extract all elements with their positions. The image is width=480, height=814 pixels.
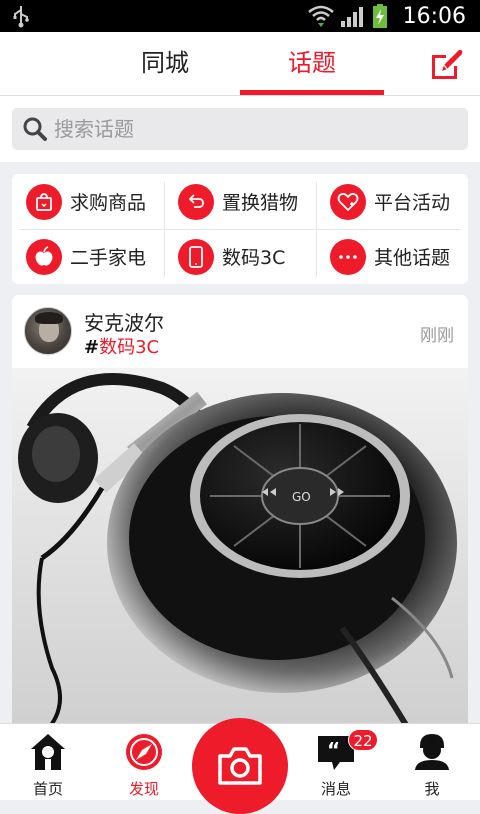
nav-home[interactable]: 首页 [0, 724, 96, 801]
more-icon [330, 238, 366, 275]
category-other-topics[interactable]: 其他话题 [316, 229, 468, 284]
heart-icon [330, 183, 366, 220]
nav-home-label: 首页 [32, 780, 63, 798]
wifi-icon [308, 5, 334, 27]
nav-discover-label: 发现 [128, 780, 159, 798]
compass-icon [126, 734, 162, 770]
battery-icon [373, 4, 387, 28]
category-exchange[interactable]: 置换猎物 [164, 174, 316, 229]
category-label: 置换猎物 [222, 192, 299, 214]
avatar-hair [35, 312, 63, 324]
top-tab-bar: 同城 话题 [0, 32, 480, 96]
post-card[interactable]: 安克波尔 #数码3C 刚刚 GO [12, 295, 468, 735]
nav-discover[interactable]: 发现 [96, 724, 192, 801]
search-icon [23, 117, 47, 141]
headphone-player-image: GO [18, 373, 457, 735]
apple-icon [26, 238, 62, 275]
topic-categories: 求购商品 置换猎物 平台活动 二手家电 数码3C 其他话题 [12, 174, 468, 284]
category-used-appliances[interactable]: 二手家电 [12, 229, 164, 284]
category-label: 其他话题 [374, 247, 451, 269]
user-icon [415, 734, 449, 770]
phone-icon [178, 238, 214, 275]
home-icon [31, 734, 65, 770]
active-tab-indicator [240, 90, 384, 95]
category-label: 求购商品 [70, 192, 147, 214]
category-label: 平台活动 [374, 192, 451, 214]
avatar[interactable] [24, 307, 72, 355]
tab-topics[interactable]: 话题 [240, 32, 384, 96]
post-topic: 数码3C [99, 337, 160, 358]
divider [20, 229, 460, 230]
camera-icon [218, 747, 262, 785]
nav-me-label: 我 [424, 780, 440, 798]
messages-badge: 22 [348, 729, 378, 751]
category-wanted-goods[interactable]: 求购商品 [12, 174, 164, 229]
category-label: 数码3C [222, 247, 286, 269]
usb-icon [13, 6, 29, 28]
search-area [0, 96, 480, 162]
search-input[interactable] [54, 114, 454, 144]
search-bar[interactable] [12, 108, 468, 150]
post-topic-tag[interactable]: #数码3C [84, 333, 159, 359]
tab-same-city[interactable]: 同城 [90, 32, 240, 96]
post-photo[interactable]: GO [12, 368, 468, 735]
nav-me[interactable]: 我 [384, 724, 480, 801]
status-bar: 16:06 [0, 0, 480, 32]
category-digital-3c[interactable]: 数码3C [164, 229, 316, 284]
post-time: 刚刚 [420, 326, 454, 346]
svg-text:“: “ [327, 738, 340, 762]
nav-messages-label: 消息 [320, 780, 351, 798]
exchange-icon [178, 183, 214, 220]
signal-icon [341, 7, 363, 27]
post-username[interactable]: 安克波尔 [84, 307, 164, 336]
svg-text:GO: GO [292, 490, 311, 504]
compose-icon[interactable] [428, 46, 464, 82]
category-platform-events[interactable]: 平台活动 [316, 174, 468, 229]
status-time: 16:06 [402, 4, 466, 29]
hash-symbol: # [84, 337, 100, 358]
shopping-bag-icon [26, 183, 62, 220]
category-label: 二手家电 [70, 247, 147, 269]
